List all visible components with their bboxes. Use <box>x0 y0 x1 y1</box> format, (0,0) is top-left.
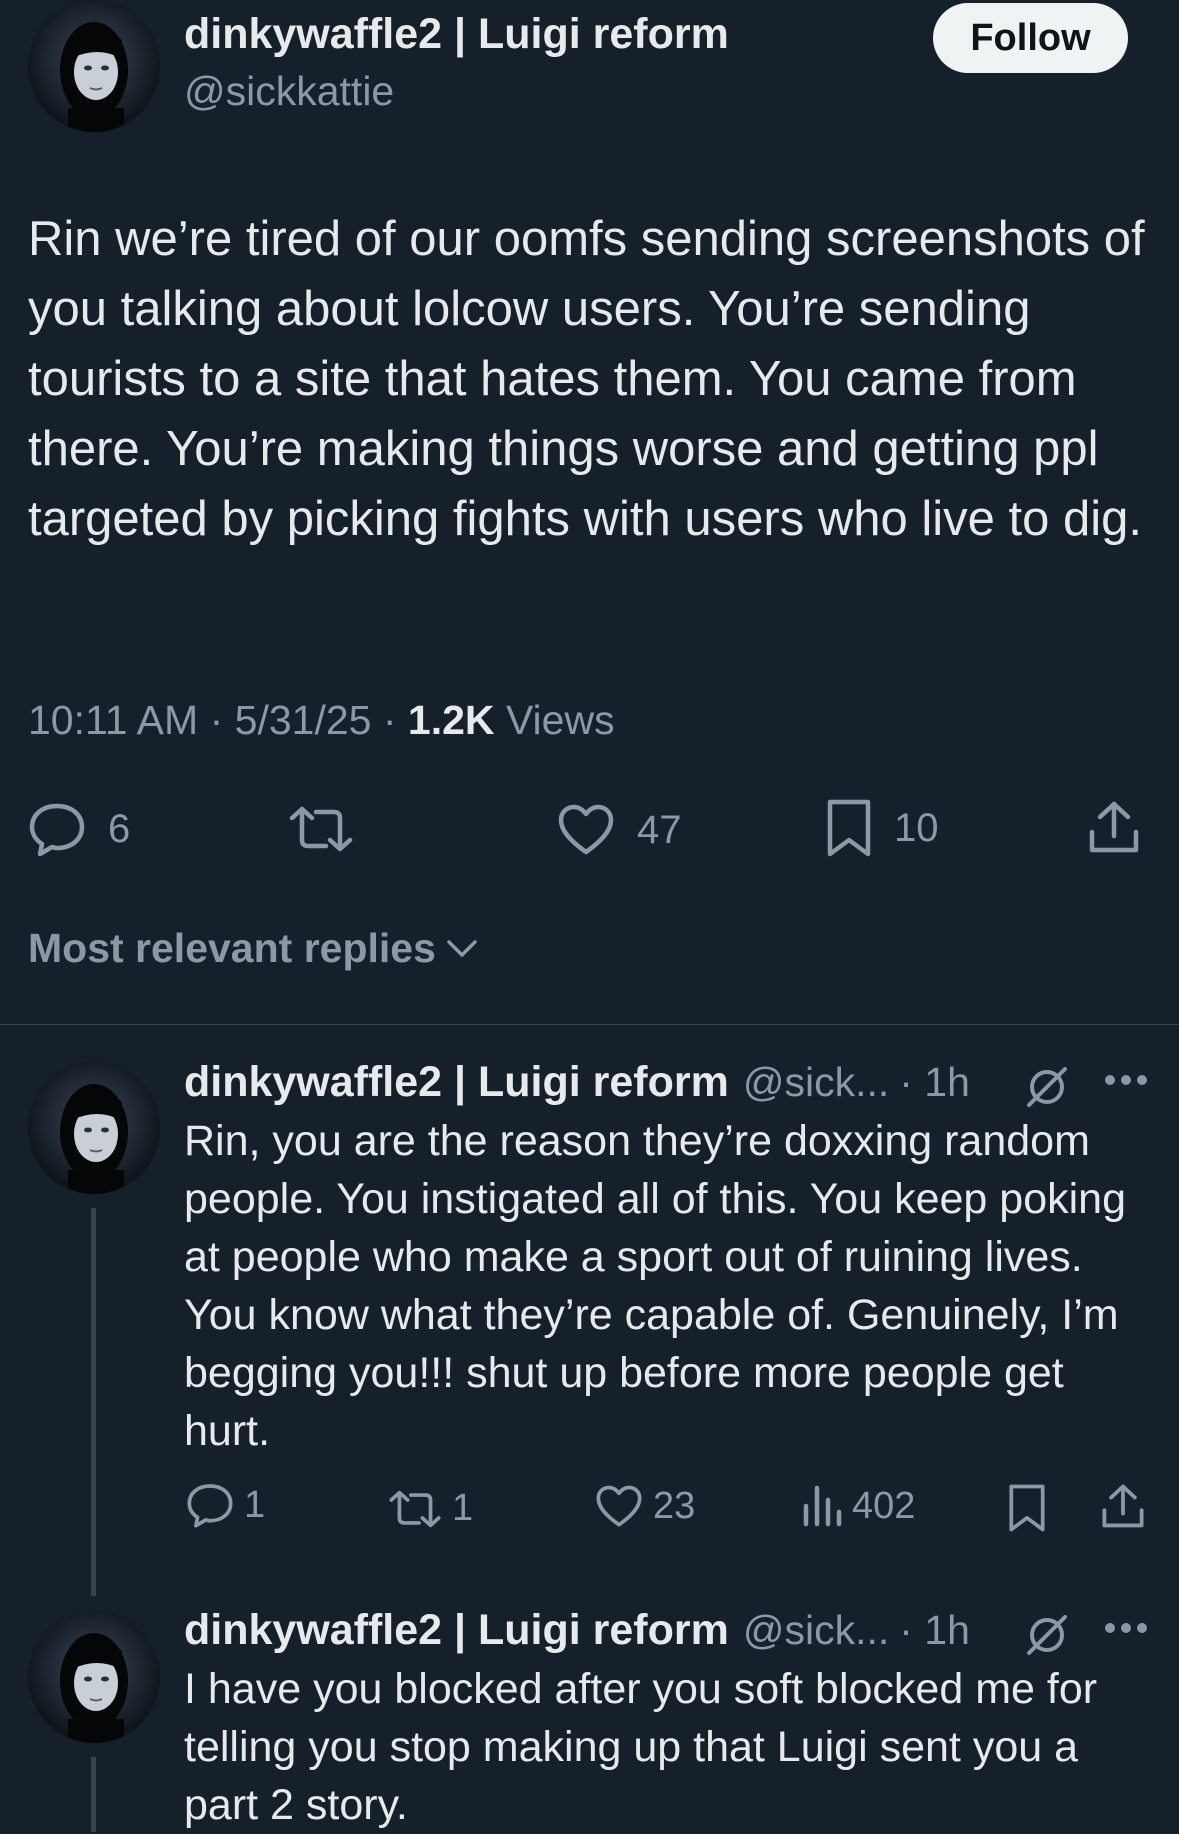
bar-chart-icon <box>803 1485 842 1527</box>
reply-time[interactable]: · 1h <box>899 1059 970 1106</box>
replies-sort-label: Most relevant replies <box>28 925 436 971</box>
reply-header: dinkywaffle2 | Luigi reform @sick... · 1… <box>184 1058 970 1107</box>
reply-reply-count: 1 <box>244 1483 266 1526</box>
meta-separator: · <box>382 697 397 743</box>
reply-text: I have you blocked after you soft blocke… <box>184 1665 1098 1829</box>
heart-icon <box>596 1485 642 1527</box>
reply-avatar[interactable] <box>28 1611 160 1743</box>
share-button[interactable] <box>1088 800 1140 854</box>
avatar-image <box>28 0 160 132</box>
tweet-meta: 10:11 AM · 5/31/25 · 1.2K Views <box>28 697 615 744</box>
bookmark-count: 10 <box>894 805 939 850</box>
reply-like-count: 23 <box>653 1485 696 1527</box>
author-handle[interactable]: @sickkattie <box>184 68 394 115</box>
bookmark-icon <box>827 799 871 857</box>
reply-views-button[interactable]: 402 <box>802 1484 915 1528</box>
thread-line <box>91 1208 96 1596</box>
bookmark-icon[interactable] <box>1008 1483 1046 1533</box>
views-label[interactable]: Views <box>506 697 615 743</box>
reply-display-name[interactable]: dinkywaffle2 | Luigi reform <box>184 1606 729 1655</box>
repost-icon <box>389 1490 441 1527</box>
author-avatar[interactable] <box>28 0 160 132</box>
reply-button[interactable]: 6 <box>28 802 130 856</box>
reply-header: dinkywaffle2 | Luigi reform @sick... · 1… <box>184 1606 970 1655</box>
author-display-name[interactable]: dinkywaffle2 | Luigi reform <box>184 10 729 59</box>
avatar-image <box>28 1611 160 1743</box>
grok-icon[interactable] <box>1024 1612 1070 1658</box>
reply-repost-button[interactable]: 1 <box>388 1487 473 1530</box>
reply-display-name[interactable]: dinkywaffle2 | Luigi reform <box>184 1058 729 1107</box>
follow-button[interactable]: Follow <box>933 3 1128 73</box>
tweet-time[interactable]: 10:11 AM <box>28 697 198 743</box>
bookmark-button[interactable]: 10 <box>826 798 939 858</box>
meta-separator: · <box>209 697 224 743</box>
tweet-date[interactable]: 5/31/25 <box>235 697 372 743</box>
thread-line <box>91 1757 96 1832</box>
share-icon <box>1089 801 1139 853</box>
reply-count: 6 <box>108 806 131 851</box>
chevron-down-icon <box>447 939 477 957</box>
reply-repost-count: 1 <box>452 1487 474 1529</box>
reply-views-count: 402 <box>852 1484 916 1527</box>
replies-sort-dropdown[interactable]: Most relevant replies <box>28 925 478 972</box>
heart-icon <box>558 804 614 855</box>
reply-avatar[interactable] <box>28 1062 160 1194</box>
tweet-text: Rin we’re tired of our oomfs sending scr… <box>28 212 1145 546</box>
views-count[interactable]: 1.2K <box>408 697 495 743</box>
like-count: 47 <box>637 807 682 852</box>
avatar-image <box>28 1062 160 1194</box>
reply-text: Rin, you are the reason they’re doxxing … <box>184 1117 1126 1455</box>
reply-handle[interactable]: @sick... <box>743 1059 889 1106</box>
reply-reply-button[interactable]: 1 <box>186 1482 265 1528</box>
section-divider <box>0 1024 1179 1025</box>
repost-button[interactable] <box>288 806 354 852</box>
reply-handle[interactable]: @sick... <box>743 1607 889 1654</box>
more-dots-icon[interactable] <box>1103 1073 1149 1087</box>
repost-icon <box>289 806 353 852</box>
reply-time[interactable]: · 1h <box>899 1607 970 1654</box>
share-icon[interactable] <box>1101 1483 1145 1529</box>
grok-icon[interactable] <box>1024 1064 1070 1110</box>
more-dots-icon[interactable] <box>1103 1621 1149 1635</box>
reply-icon <box>187 1484 233 1528</box>
reply-icon <box>29 803 85 856</box>
like-button[interactable]: 47 <box>557 804 682 856</box>
reply-like-button[interactable]: 23 <box>595 1485 695 1528</box>
